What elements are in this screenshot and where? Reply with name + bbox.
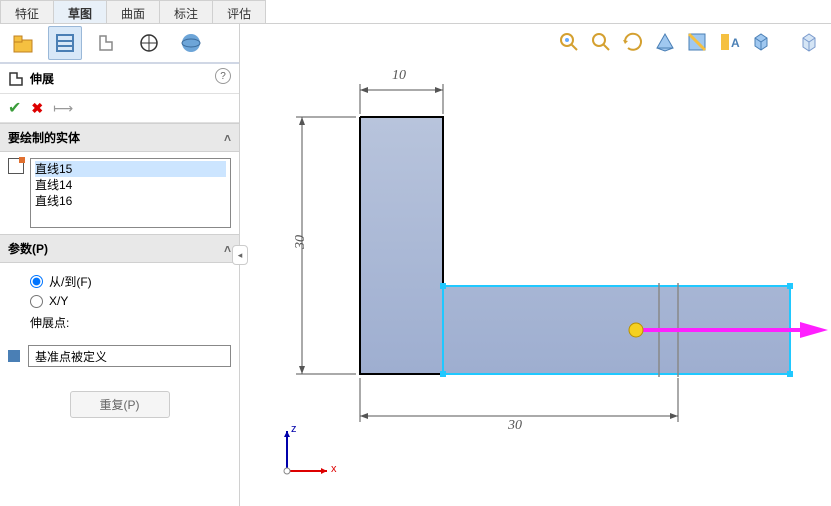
ok-button[interactable]: ✔ — [8, 98, 21, 118]
section-params[interactable]: 参数(P) ˄ — [0, 234, 239, 263]
selection-filter-icon[interactable] — [8, 158, 24, 174]
list-item[interactable]: 直线15 — [35, 161, 226, 177]
property-panel: 伸展 ? ✔ ✖ ⟼ 要绘制的实体 ˄ 直线15 直线14 直线16 参数(P)… — [0, 24, 240, 506]
repeat-button[interactable]: 重复(P) — [70, 391, 170, 418]
feature-manager-icon[interactable] — [6, 26, 40, 60]
radio-fromto[interactable]: 从/到(F) — [30, 273, 227, 290]
chevron-up-icon[interactable]: ˄ — [224, 131, 231, 145]
pin-button[interactable]: ⟼ — [53, 100, 73, 117]
tab-feature[interactable]: 特征 — [0, 0, 54, 23]
basepoint-row — [0, 345, 239, 367]
basepoint-indicator-icon — [8, 350, 20, 362]
manager-tabs — [0, 24, 239, 64]
dim-left[interactable]: 30 — [293, 235, 309, 249]
dimxpert-icon[interactable] — [132, 26, 166, 60]
extend-cmd-icon — [8, 71, 24, 87]
panel-splitter[interactable]: ◂ — [232, 245, 248, 265]
property-manager-icon[interactable] — [48, 26, 82, 60]
command-title-row: 伸展 ? — [0, 64, 239, 94]
config-manager-icon[interactable] — [90, 26, 124, 60]
basepoint-input[interactable] — [28, 345, 231, 367]
axis-triad[interactable]: x z — [275, 423, 335, 486]
action-row: ✔ ✖ ⟼ — [0, 94, 239, 123]
params-body: 从/到(F) X/Y 伸展点: — [0, 263, 239, 341]
tab-annotate[interactable]: 标注 — [159, 0, 213, 23]
entity-list[interactable]: 直线15 直线14 直线16 — [30, 158, 231, 228]
render-icon[interactable] — [174, 26, 208, 60]
graphics-area[interactable]: A — [240, 24, 831, 506]
tab-surface[interactable]: 曲面 — [106, 0, 160, 23]
dim-top[interactable]: 10 — [392, 68, 406, 84]
command-title: 伸展 — [30, 70, 54, 87]
extend-point-label: 伸展点: — [30, 314, 227, 331]
context-tabs: 特征 草图 曲面 标注 评估 — [0, 0, 831, 24]
section-entities[interactable]: 要绘制的实体 ˄ — [0, 123, 239, 152]
chevron-up-icon[interactable]: ˄ — [224, 242, 231, 256]
radio-xy[interactable]: X/Y — [30, 294, 227, 308]
help-icon[interactable]: ? — [215, 68, 231, 84]
list-item[interactable]: 直线16 — [35, 193, 226, 209]
tab-sketch[interactable]: 草图 — [53, 0, 107, 23]
cancel-button[interactable]: ✖ — [31, 100, 43, 117]
dim-bottom[interactable]: 30 — [508, 418, 522, 434]
tab-evaluate[interactable]: 评估 — [212, 0, 266, 23]
list-item[interactable]: 直线14 — [35, 177, 226, 193]
